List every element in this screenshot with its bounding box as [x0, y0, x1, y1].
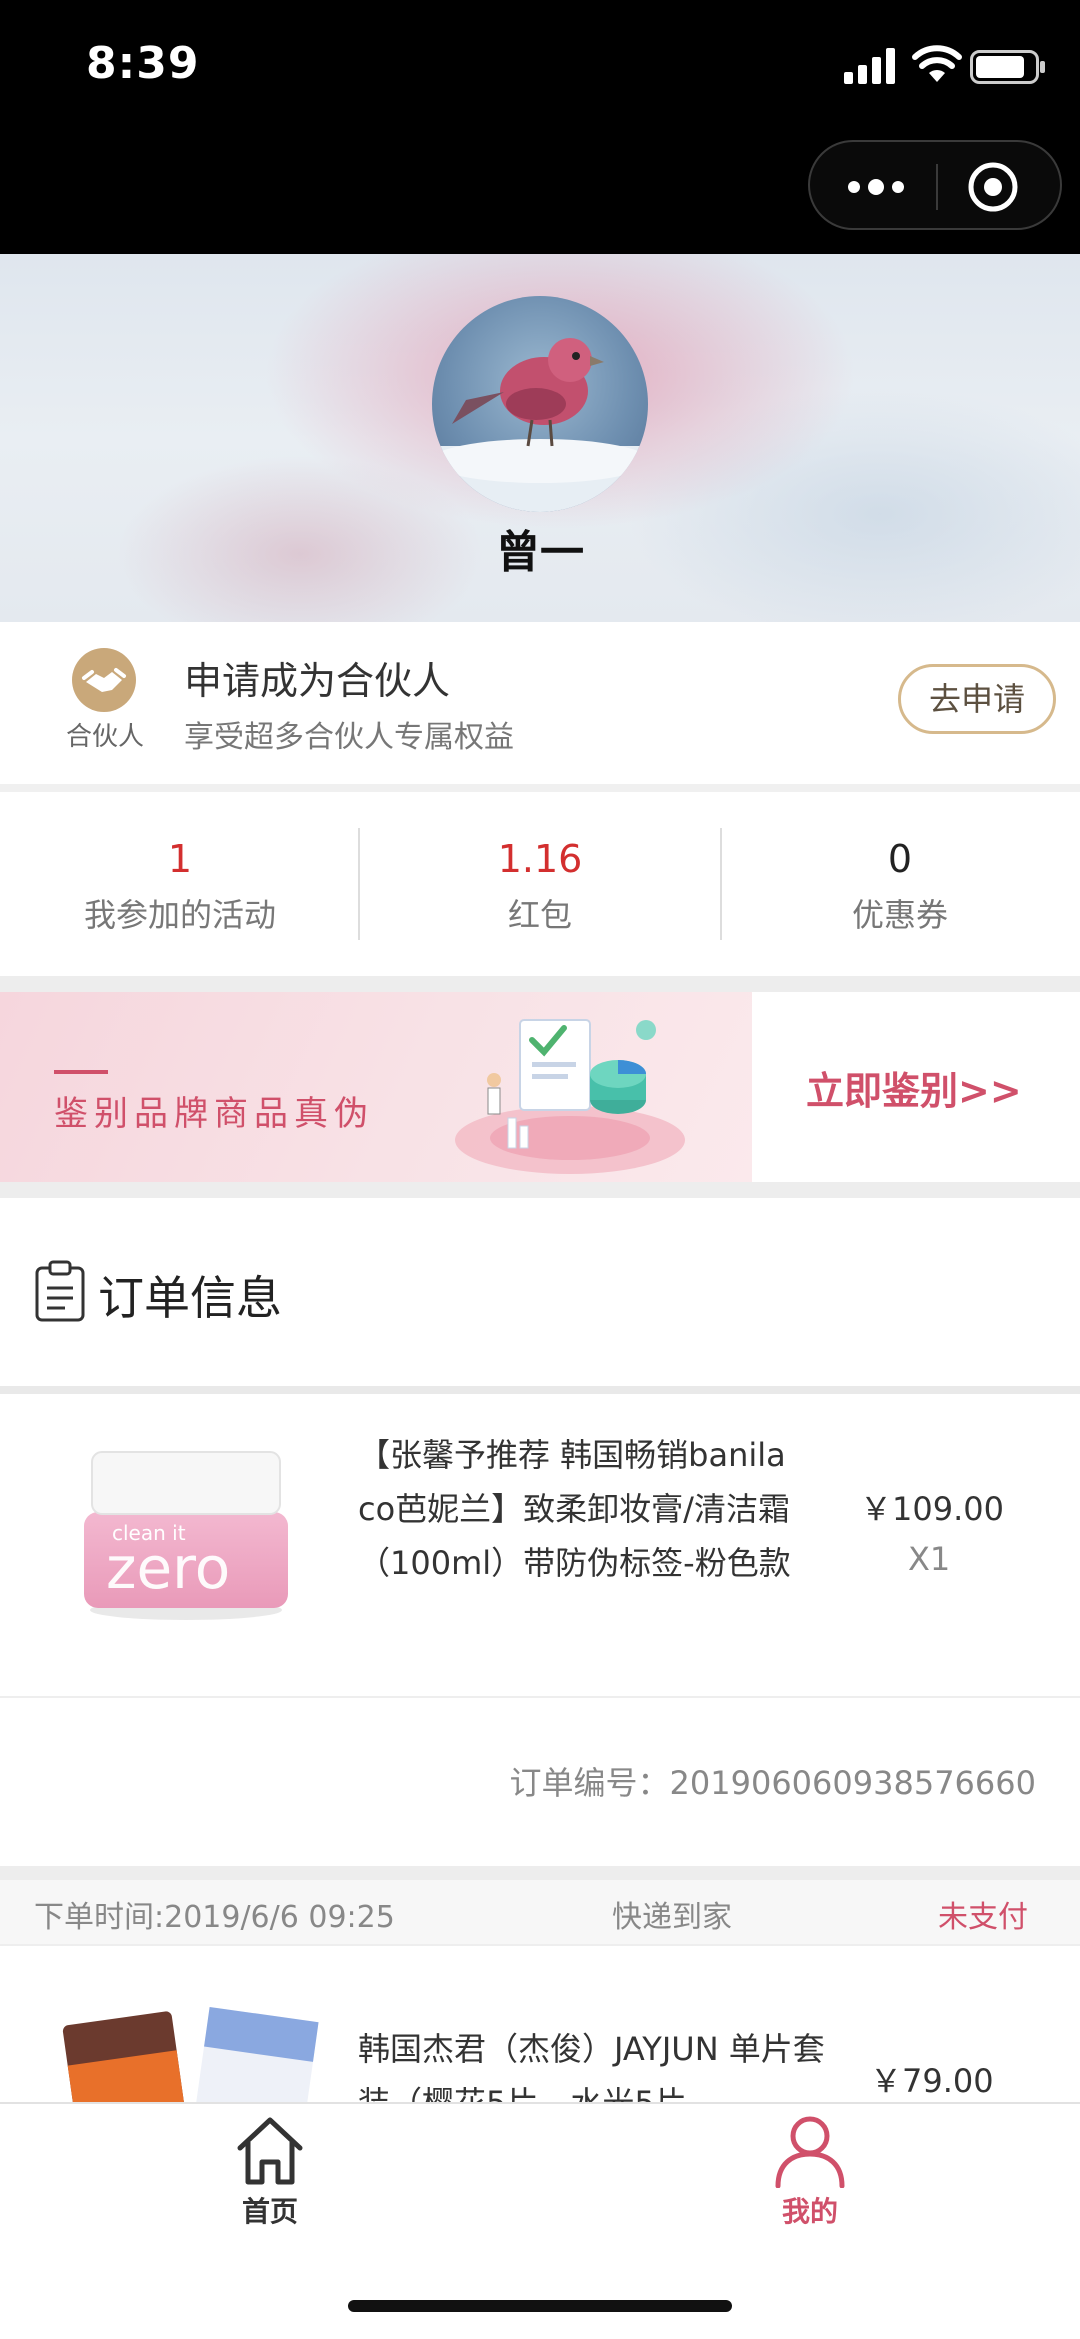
auth-accent-line: [54, 1070, 108, 1074]
auth-now-link[interactable]: 立即鉴别>>: [806, 1060, 1022, 1115]
verification-illustration: [455, 1019, 685, 1174]
auth-banner-text: 鉴别品牌商品真伪: [54, 1094, 374, 1134]
stat-activities-value: 1: [167, 837, 193, 881]
stat-activities-label: 我参加的活动: [83, 896, 276, 934]
product-image-mask-pack[interactable]: [62, 2004, 322, 2104]
product-title[interactable]: 韩国杰君（杰俊）JAYJUN 单片套装（樱花5片，水光5片: [358, 2022, 828, 2104]
order-number: 订单编号：201906060938576660: [509, 1764, 1036, 1802]
order-status: 未支付: [938, 1900, 1028, 1935]
svg-text:zero: zero: [106, 1534, 230, 1602]
miniprogram-capsule: [808, 140, 1062, 230]
product-image-cleansing-balm[interactable]: clean it zero: [82, 1448, 290, 1624]
product-quantity: X1: [908, 1540, 951, 1578]
capsule-divider: [936, 164, 938, 210]
stat-coupons-value: 0: [887, 837, 913, 881]
tab-mine-label: 我的: [781, 2195, 838, 2228]
row-divider: [0, 1944, 1080, 1946]
wifi-icon: [912, 45, 962, 82]
section-divider: [0, 976, 1080, 992]
home-indicator[interactable]: [348, 2300, 732, 2312]
product-title[interactable]: 【张馨予推荐 韩国畅销banila co芭妮兰】致柔卸妆膏/清洁霜（100ml）…: [358, 1428, 828, 1590]
section-divider: [0, 1386, 1080, 1394]
tab-home-label: 首页: [241, 2195, 298, 2228]
order-time: 下单时间:2019/6/6 09:25: [34, 1900, 395, 1935]
more-icon[interactable]: [846, 174, 906, 200]
delivery-method: 快递到家: [612, 1900, 732, 1935]
battery-icon: [970, 50, 1045, 84]
product-price: ￥109.00: [860, 1490, 1004, 1528]
stat-red-packet-label: 红包: [507, 896, 572, 934]
handshake-icon: [72, 648, 136, 712]
row-divider: [0, 1696, 1080, 1698]
partner-title: 申请成为合伙人: [184, 659, 451, 703]
partner-subtitle: 享受超多合伙人专属权益: [184, 720, 514, 755]
apply-partner-button[interactable]: 去申请: [898, 664, 1056, 734]
tab-home[interactable]: 首页: [170, 2112, 370, 2230]
bird-avatar-image: [432, 338, 648, 512]
stat-coupons-label: 优惠券: [851, 896, 948, 934]
stat-coupons[interactable]: 0 优惠券: [720, 832, 1080, 936]
username: 曾一: [496, 527, 584, 578]
clipboard-icon: [35, 1260, 85, 1322]
signal-icon: [844, 48, 895, 84]
stat-red-packet-value: 1.16: [497, 837, 583, 881]
user-icon: [775, 2116, 845, 2188]
section-divider: [0, 1866, 1080, 1880]
section-divider: [0, 1182, 1080, 1198]
partner-icon-label: 合伙人: [65, 722, 144, 752]
close-miniprogram-icon[interactable]: [966, 160, 1020, 214]
section-divider: [0, 784, 1080, 792]
stat-activities[interactable]: 1 我参加的活动: [0, 832, 360, 936]
home-icon: [237, 2117, 303, 2185]
status-time: 8:39: [86, 38, 200, 89]
product-price: ￥79.00: [870, 2062, 994, 2100]
avatar[interactable]: [432, 296, 648, 512]
orders-title: 订单信息: [98, 1271, 282, 1325]
tab-mine[interactable]: 我的: [710, 2112, 910, 2230]
stat-red-packet[interactable]: 1.16 红包: [360, 832, 720, 936]
